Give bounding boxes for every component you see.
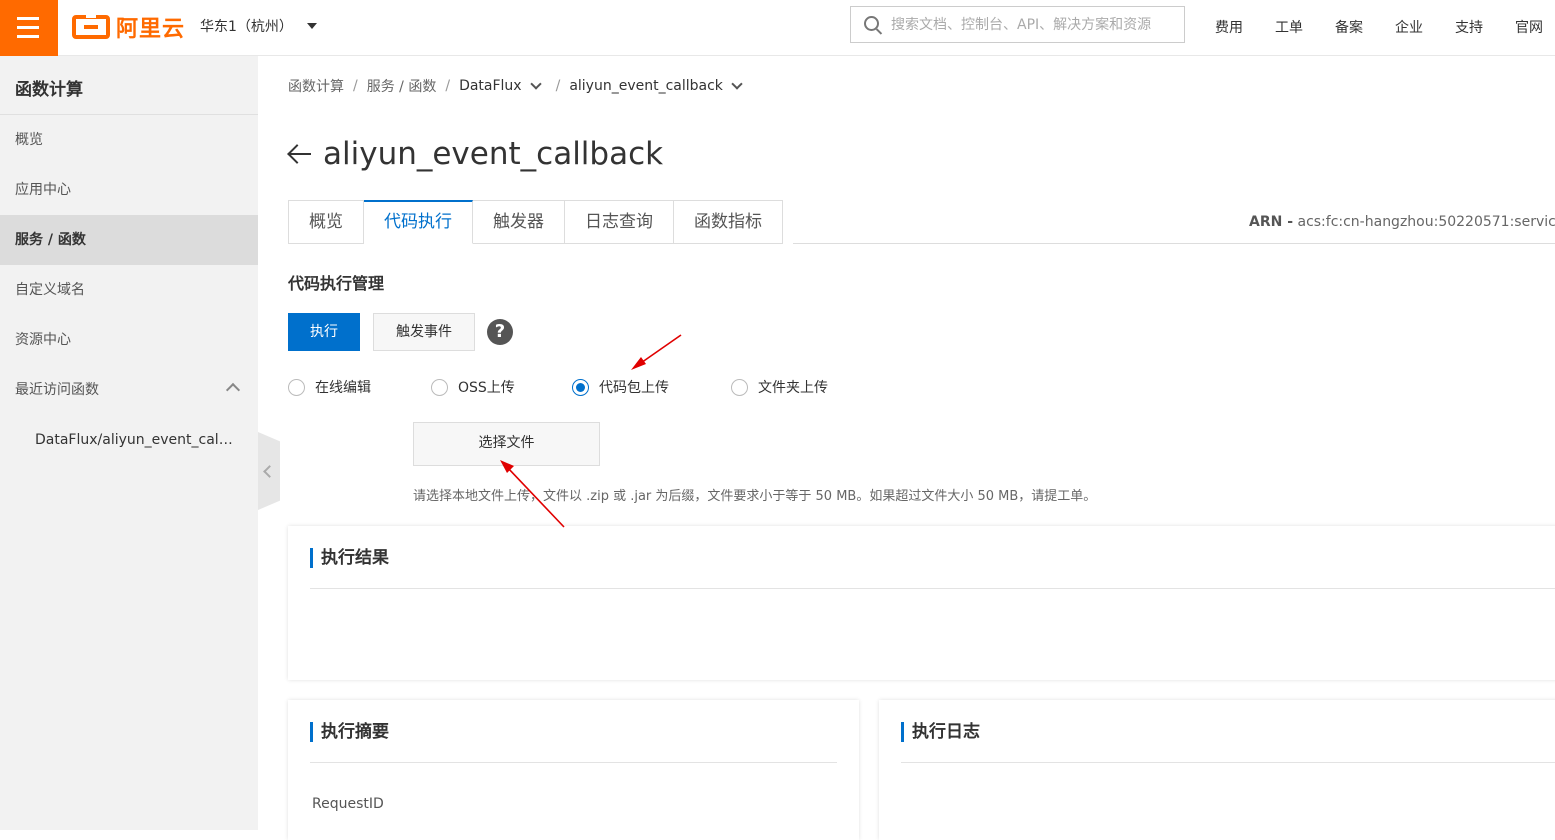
exec-summary-title: 执行摘要 <box>310 722 389 742</box>
breadcrumb-separator: / <box>445 78 451 94</box>
radio-oss-upload[interactable]: OSS上传 <box>431 377 515 397</box>
radio-package-upload[interactable]: 代码包上传 <box>572 377 669 397</box>
breadcrumb-service-label: DataFlux <box>459 78 522 94</box>
tab-code-exec[interactable]: 代码执行 <box>364 200 473 244</box>
nav-support[interactable]: 支持 <box>1455 17 1483 37</box>
request-id-label: RequestID <box>312 796 384 812</box>
exec-result-card: 执行结果 <box>288 526 1555 680</box>
exec-log-card: 执行日志 <box>879 700 1555 840</box>
choose-file-button[interactable]: 选择文件 <box>413 422 600 466</box>
search-icon[interactable] <box>864 16 879 31</box>
sidebar-item-label: 最近访问函数 <box>15 382 99 398</box>
radio-circle <box>572 378 589 396</box>
sidebar: 函数计算 概览 应用中心 服务 / 函数 自定义域名 资源中心 最近访问函数 D… <box>0 56 258 830</box>
card-divider <box>310 588 1555 589</box>
radio-label: 文件夹上传 <box>758 380 828 396</box>
search-box <box>850 6 1185 43</box>
breadcrumb-services[interactable]: 服务 / 函数 <box>367 76 437 96</box>
tab-metrics[interactable]: 函数指标 <box>674 200 783 244</box>
radio-folder-upload[interactable]: 文件夹上传 <box>731 377 828 397</box>
nav-tickets[interactable]: 工单 <box>1275 17 1303 37</box>
region-selector[interactable]: 华东1（杭州） <box>200 16 317 36</box>
search-input[interactable] <box>891 7 1181 42</box>
nav-billing[interactable]: 费用 <box>1215 17 1243 37</box>
tab-overview[interactable]: 概览 <box>288 200 364 244</box>
sidebar-title: 函数计算 <box>0 56 258 115</box>
sidebar-recent-function[interactable]: DataFlux/aliyun_event_call... <box>0 415 235 465</box>
radio-circle <box>288 378 305 396</box>
card-divider <box>901 762 1555 763</box>
logo-text: 阿里云 <box>116 17 186 42</box>
tab-divider <box>793 243 1555 244</box>
arn-label: ARN - <box>1249 214 1294 230</box>
tab-bar: 概览 代码执行 触发器 日志查询 函数指标 <box>288 200 783 244</box>
radio-label: OSS上传 <box>458 380 515 396</box>
top-bar: 阿里云 华东1（杭州） 费用 工单 备案 企业 支持 官网 <box>0 0 1555 56</box>
card-divider <box>310 762 837 763</box>
breadcrumb-service-dropdown[interactable]: DataFlux <box>459 78 542 94</box>
aliyun-logo[interactable]: 阿里云 <box>72 12 185 42</box>
radio-label: 在线编辑 <box>315 380 371 396</box>
menu-icon[interactable] <box>0 0 58 56</box>
nav-official-site[interactable]: 官网 <box>1515 17 1543 37</box>
top-nav: 费用 工单 备案 企业 支持 官网 <box>1215 17 1555 37</box>
breadcrumb: 函数计算 / 服务 / 函数 / DataFlux / aliyun_event… <box>288 76 743 96</box>
logo-mark-icon <box>72 14 110 39</box>
breadcrumb-separator: / <box>555 78 561 94</box>
exec-summary-card: 执行摘要 RequestID <box>288 700 859 840</box>
sidebar-item-recent-functions[interactable]: 最近访问函数 <box>0 365 258 415</box>
sidebar-item-overview[interactable]: 概览 <box>0 115 258 165</box>
tab-logs[interactable]: 日志查询 <box>565 200 674 244</box>
chevron-down-icon <box>731 78 743 90</box>
section-title: 代码执行管理 <box>288 274 385 293</box>
exec-result-title: 执行结果 <box>310 548 389 568</box>
sidebar-item-app-center[interactable]: 应用中心 <box>0 165 258 215</box>
nav-enterprise[interactable]: 企业 <box>1395 17 1423 37</box>
breadcrumb-separator: / <box>353 78 358 94</box>
radio-online-edit[interactable]: 在线编辑 <box>288 377 371 397</box>
chevron-up-icon <box>225 382 241 398</box>
help-icon[interactable]: ? <box>487 319 513 345</box>
annotation-arrow-radio <box>631 334 682 370</box>
breadcrumb-fc[interactable]: 函数计算 <box>288 76 344 96</box>
radio-circle <box>431 378 448 396</box>
sidebar-collapse-handle[interactable] <box>258 432 280 510</box>
trigger-event-button[interactable]: 触发事件 <box>373 313 475 351</box>
chevron-down-icon <box>529 78 542 90</box>
caret-down-icon <box>306 23 317 29</box>
arn-value: acs:fc:cn-hangzhou:50220571:services/D <box>1297 214 1555 230</box>
upload-hint: 请选择本地文件上传，文件以 .zip 或 .jar 为后缀，文件要求小于等于 5… <box>413 489 1097 504</box>
nav-icp[interactable]: 备案 <box>1335 17 1363 37</box>
tab-triggers[interactable]: 触发器 <box>473 200 565 244</box>
radio-circle <box>731 378 748 396</box>
page-title: aliyun_event_callback <box>323 136 664 172</box>
sidebar-item-resource-center[interactable]: 资源中心 <box>0 315 258 365</box>
exec-log-title: 执行日志 <box>901 722 980 742</box>
arn-text: ARN - acs:fc:cn-hangzhou:50220571:servic… <box>1249 214 1555 230</box>
back-arrow-icon[interactable] <box>287 142 315 166</box>
sidebar-item-custom-domain[interactable]: 自定义域名 <box>0 265 258 315</box>
region-label: 华东1（杭州） <box>200 19 293 35</box>
sidebar-item-services-functions[interactable]: 服务 / 函数 <box>0 215 258 265</box>
page-header: aliyun_event_callback <box>287 136 663 172</box>
breadcrumb-function-label: aliyun_event_callback <box>569 78 723 94</box>
breadcrumb-function-dropdown[interactable]: aliyun_event_callback <box>569 78 743 94</box>
run-button[interactable]: 执行 <box>288 313 360 351</box>
radio-label: 代码包上传 <box>599 380 669 396</box>
